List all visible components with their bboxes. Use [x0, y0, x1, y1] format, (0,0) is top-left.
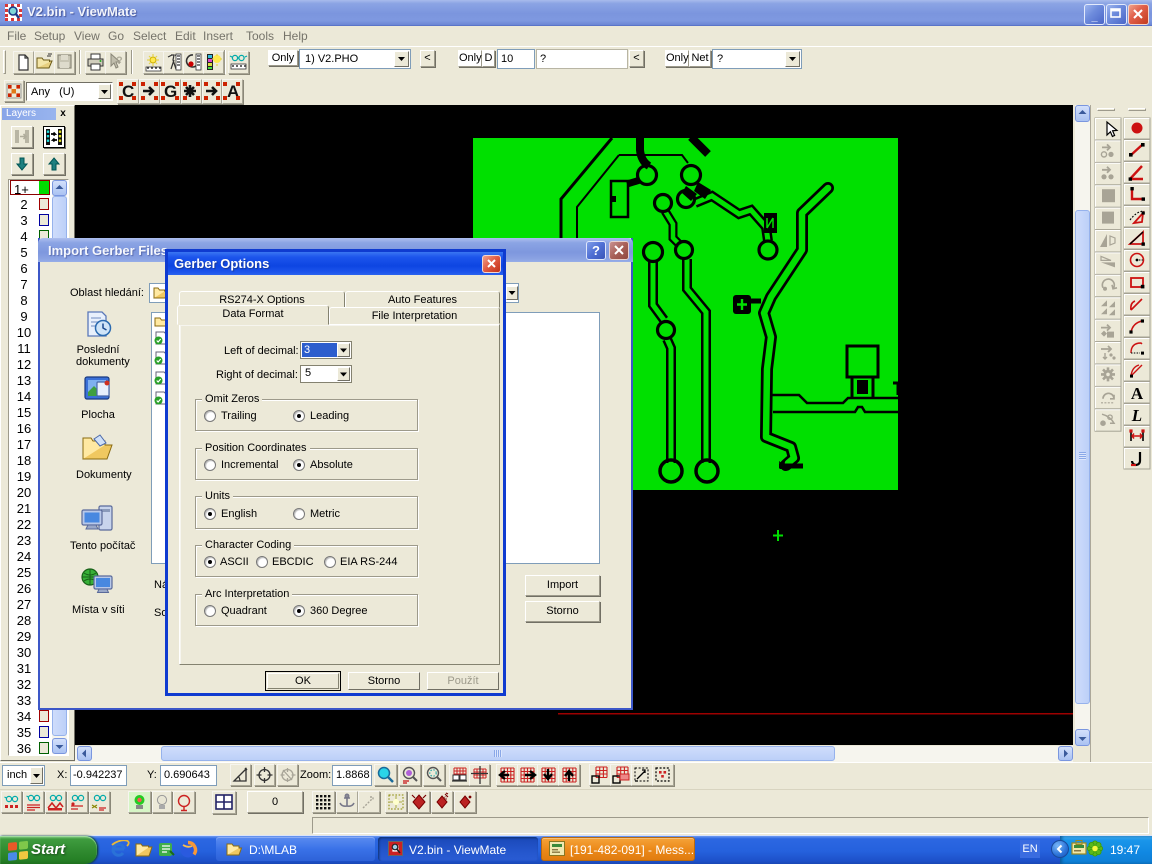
svg-text:A: A	[1131, 384, 1144, 403]
svg-text:?: ?	[116, 55, 123, 67]
svg-text:L: L	[1131, 406, 1142, 425]
svg-text:s: s	[444, 796, 447, 802]
